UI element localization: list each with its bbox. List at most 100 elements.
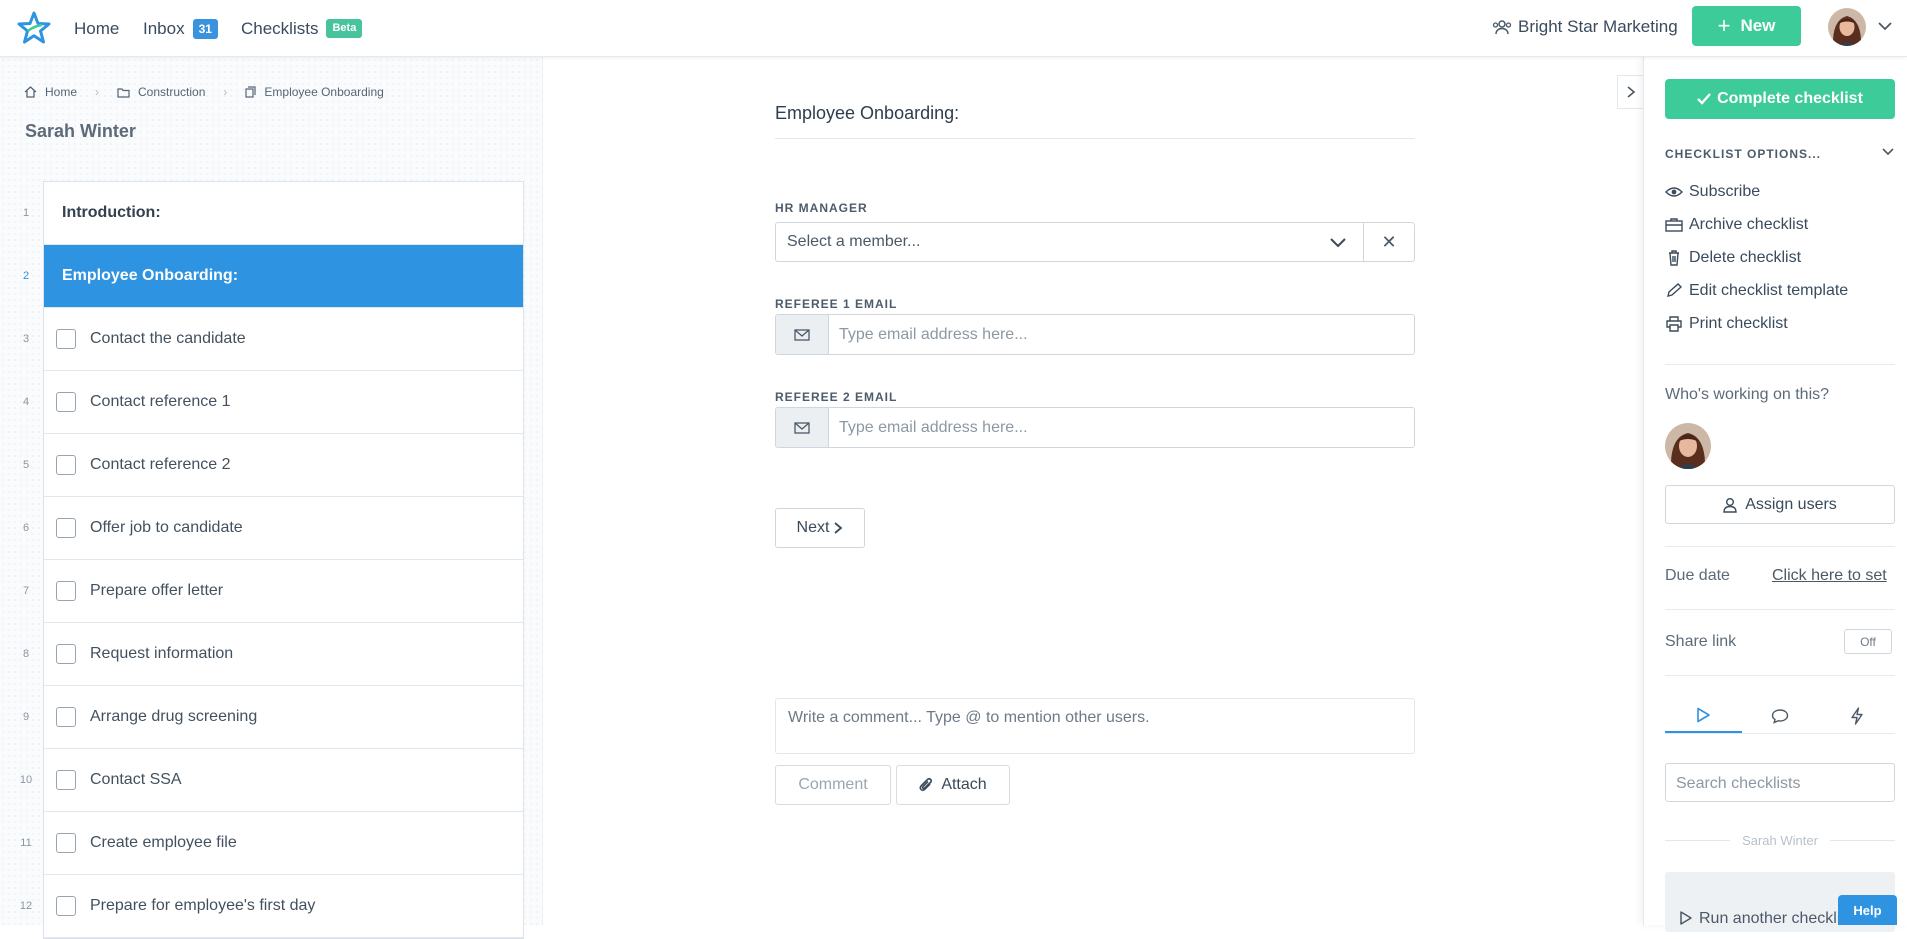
breadcrumb-separator: › [95,85,100,99]
task-checkbox[interactable] [56,392,76,412]
task-item[interactable]: 5 Contact reference 2 [23,434,523,497]
task-item[interactable]: 4 Contact reference 1 [23,371,523,434]
task-item[interactable]: 9 Arrange drug screening [23,686,523,749]
nav-home-link[interactable]: Home [74,0,119,57]
breadcrumb: Home › Construction › Employee Onboardin… [24,85,384,99]
task-checkbox[interactable] [56,329,76,349]
attach-button[interactable]: Attach [896,765,1010,805]
complete-checklist-button[interactable]: Complete checklist [1665,79,1895,119]
nav-checklists-link[interactable]: Checklists Beta [241,0,363,57]
beta-badge: Beta [326,19,363,38]
task-item[interactable]: 10 Contact SSA [20,749,523,812]
print-checklist-option[interactable]: Print checklist [1665,307,1848,340]
task-item[interactable]: 7 Prepare offer letter [23,560,523,623]
search-checklists-input[interactable]: Search checklists [1665,763,1895,802]
title-divider [775,138,1415,139]
task-item[interactable]: 11 Create employee file [20,812,523,875]
top-navigation-bar: Home Inbox 31 Checklists Beta Bright Star … [0,0,1907,57]
inbox-count-badge: 31 [192,18,218,39]
task-heading[interactable]: 1 Introduction: [23,182,523,245]
hr-manager-label: HR MANAGER [775,201,868,215]
page-title: Employee Onboarding: [775,103,960,123]
play-icon [1679,910,1693,932]
home-icon [24,86,37,98]
chevron-down-icon [1881,147,1895,161]
task-checkbox[interactable] [56,833,76,853]
chevron-down-icon[interactable] [1877,20,1893,32]
user-avatar[interactable] [1828,8,1866,46]
inbox-label: Inbox [143,18,185,38]
delete-checklist-option[interactable]: Delete checklist [1665,241,1848,274]
trash-icon [1665,249,1683,266]
task-checkbox[interactable] [56,770,76,790]
checklist-options-toggle[interactable]: CHECKLIST OPTIONS... [1665,147,1895,161]
checklists-label: Checklists [241,18,319,38]
checklist-name[interactable]: Sarah Winter [25,121,136,142]
task-checkbox[interactable] [56,644,76,664]
task-item[interactable]: 3 Contact the candidate [23,308,523,371]
assign-users-button[interactable]: Assign users [1665,485,1895,524]
task-checkbox[interactable] [56,896,76,916]
organization-name: Bright Star Marketing [1518,16,1678,36]
assignee-avatar[interactable] [1665,423,1711,469]
tab-comments[interactable] [1742,698,1819,733]
next-button[interactable]: Next [775,508,865,548]
comment-button[interactable]: Comment [775,765,891,805]
breadcrumb-home[interactable]: Home [45,85,77,99]
chevron-down-icon[interactable] [1313,223,1363,261]
group-name-label: Sarah Winter [1742,833,1818,848]
pencil-icon [1665,282,1683,299]
task-item[interactable]: 12 Prepare for employee's first day [20,875,523,938]
referee-2-email-input[interactable] [829,408,1414,447]
nav-inbox-link[interactable]: Inbox 31 [143,0,218,57]
set-due-date-link[interactable]: Click here to set [1772,567,1887,585]
archive-checklist-option[interactable]: Archive checklist [1665,208,1848,241]
chevron-right-icon [833,521,843,535]
checkmark-icon [1697,93,1711,105]
template-icon [245,86,256,98]
due-date-label: Due date [1665,567,1730,584]
task-heading-active[interactable]: 2 Employee Onboarding: [23,245,523,308]
task-item[interactable]: 8 Request information [23,623,523,686]
referee-1-email-input[interactable] [829,315,1414,354]
plus-icon: + [1717,13,1731,38]
play-icon [1695,707,1711,723]
task-checkbox[interactable] [56,518,76,538]
task-item[interactable]: 6 Offer job to candidate [23,497,523,560]
hr-manager-select[interactable]: Select a member... ✕ [775,222,1415,262]
envelope-icon [776,315,829,354]
paperclip-icon [919,777,933,793]
edit-template-option[interactable]: Edit checklist template [1665,274,1848,307]
eye-icon [1665,186,1683,198]
referee-2-email-label: REFEREE 2 EMAIL [775,390,898,404]
divider [1665,546,1895,547]
group-separator: Sarah Winter [1665,833,1895,848]
subscribe-option[interactable]: Subscribe [1665,175,1848,208]
breadcrumb-separator: › [223,85,228,99]
user-icon [1723,497,1737,513]
referee-2-email-field [775,407,1415,448]
envelope-icon [776,408,829,447]
tab-run-checklists[interactable] [1665,698,1742,733]
share-link-toggle[interactable]: Off [1844,629,1892,654]
users-group-icon [1492,19,1512,35]
comment-input[interactable]: Write a comment... Type @ to mention oth… [775,698,1415,754]
task-checkbox[interactable] [56,455,76,475]
clear-selection-button[interactable]: ✕ [1363,223,1414,261]
checklist-sidebar: Complete checklist CHECKLIST OPTIONS... … [1643,57,1907,932]
task-checkbox[interactable] [56,581,76,601]
collapse-sidebar-button[interactable] [1617,75,1644,109]
divider [1665,609,1895,610]
breadcrumb-employee-onboarding[interactable]: Employee Onboarding [264,85,383,99]
breadcrumb-construction[interactable]: Construction [138,85,205,99]
tab-activity[interactable] [1818,698,1895,733]
help-button[interactable]: Help [1838,895,1897,925]
organization-switcher[interactable]: Bright Star Marketing [1492,0,1678,53]
printer-icon [1665,315,1683,332]
referee-1-email-field [775,314,1415,355]
divider [1665,675,1895,676]
task-checkbox[interactable] [56,707,76,727]
folder-icon [117,87,130,98]
star-logo-icon[interactable] [17,11,51,45]
new-button[interactable]: + New [1692,6,1801,46]
